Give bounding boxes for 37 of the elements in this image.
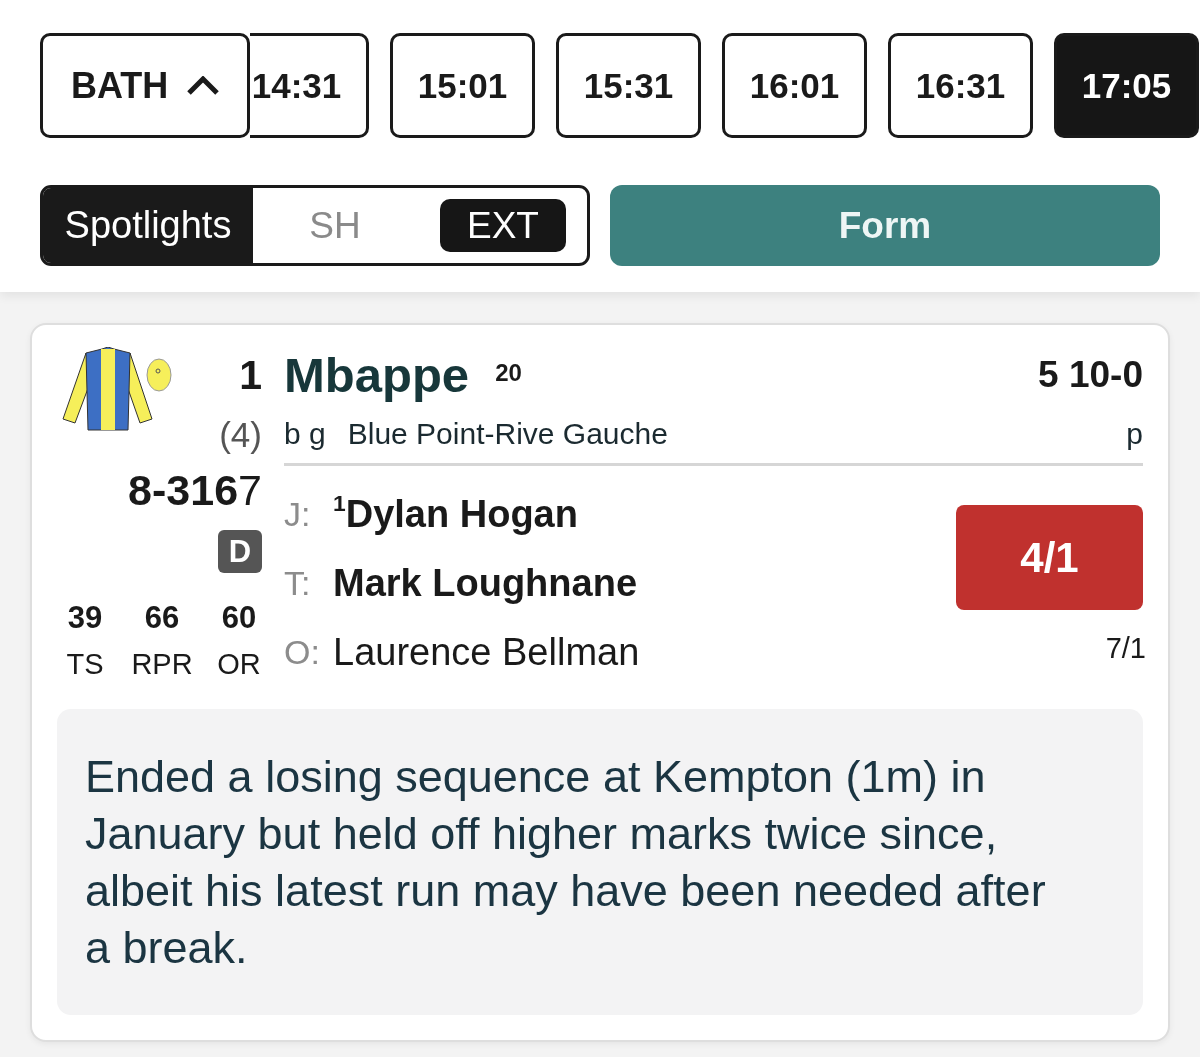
race-time-tab[interactable]: 14:31	[250, 33, 369, 138]
stat-value: 66	[144, 600, 180, 636]
headgear-text: p	[1126, 417, 1143, 451]
race-time-tab[interactable]: 15:01	[390, 33, 535, 138]
toggle-option[interactable]: EXT	[440, 199, 566, 252]
stat-value: 39	[67, 600, 103, 636]
spotlight-comment: Ended a losing sequence at Kempton (1m) in January but held off higher marks twice since, albeit his latest run may have been needed after a break.	[57, 709, 1143, 1015]
age-weight: 5 10-0	[1038, 354, 1143, 396]
race-time-tab[interactable]: 16:31	[888, 33, 1033, 138]
form-figures: 8-3167	[128, 468, 262, 512]
chevron-up-icon	[186, 75, 221, 96]
horse-name: Mbappe	[284, 350, 470, 400]
connection-name[interactable]: Laurence Bellman	[333, 631, 640, 674]
race-time-tab[interactable]: 15:31	[556, 33, 701, 138]
connection-label: J:	[284, 495, 312, 534]
race-time-tab[interactable]: 16:01	[722, 33, 867, 138]
stat-value: 60	[221, 600, 257, 636]
previous-odds: 7/1	[1105, 632, 1146, 665]
sex-text: b g	[284, 417, 326, 451]
runner-number: 1	[239, 354, 262, 396]
connection-name[interactable]: $^{1}$Dylan Hogan	[333, 493, 578, 536]
race-time-tab[interactable]: 17:05	[1054, 33, 1199, 138]
form-button[interactable]: Form	[610, 185, 1160, 266]
jockey-silks-icon	[62, 347, 172, 431]
distance-winner-badge: D	[218, 530, 262, 573]
connection-name[interactable]: Mark Loughnane	[333, 562, 638, 605]
stat-label: RPR	[131, 647, 193, 682]
stat-label: TS	[66, 647, 104, 682]
meeting-selector[interactable]: BATH	[40, 33, 250, 138]
connection-label: O:	[284, 633, 321, 672]
connection-label: T:	[284, 564, 312, 603]
pedigree-text: Blue Point-Rive Gauche	[347, 417, 668, 451]
spotlights-label: Spotlights	[43, 188, 253, 263]
odds-button[interactable]: 4/1	[956, 505, 1143, 610]
draw-number: (4)	[219, 415, 262, 455]
days-since-run: 20	[495, 359, 522, 387]
stat-label: OR	[217, 647, 261, 682]
